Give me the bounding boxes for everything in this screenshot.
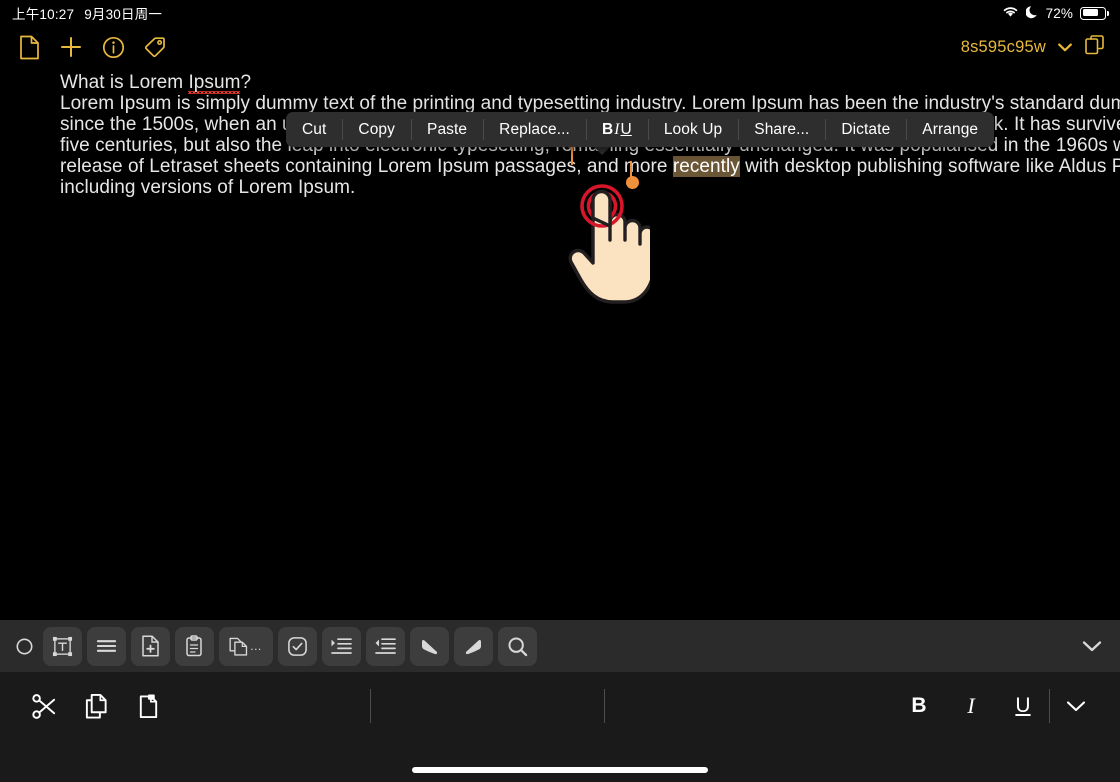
underline-label: U	[1015, 694, 1031, 717]
home-indicator[interactable]	[412, 767, 708, 773]
search-button[interactable]	[497, 626, 537, 666]
split-view-icon[interactable]	[1084, 34, 1106, 61]
paste-button[interactable]	[122, 681, 174, 731]
bottom-safe-area	[0, 740, 1120, 782]
cut-button[interactable]	[18, 681, 70, 731]
line4-before: release of Letraset sheets containing Lo…	[60, 156, 673, 177]
undo-button[interactable]	[409, 626, 449, 666]
circle-icon[interactable]	[8, 626, 40, 666]
heading-suffix: ?	[240, 72, 252, 93]
ipad-notes-screen: 上午10:27 9月30日周一 72% 8s595c95w What is Lo…	[0, 0, 1120, 782]
menu-item-paste[interactable]: Paste	[411, 112, 483, 147]
add-button[interactable]	[50, 27, 92, 67]
status-bar-left: 上午10:27 9月30日周一	[12, 3, 162, 23]
format-bar: B I U	[0, 672, 1120, 740]
list-button[interactable]	[86, 626, 126, 666]
document-title[interactable]: 8s595c95w	[957, 36, 1050, 59]
tag-button[interactable]	[134, 27, 176, 67]
chevron-down-icon[interactable]	[1052, 43, 1082, 52]
indent-decrease-button[interactable]	[365, 626, 405, 666]
menu-item-look-up[interactable]: Look Up	[647, 112, 738, 147]
copy-button[interactable]	[70, 681, 122, 731]
top-toolbar-right: 8s595c95w	[957, 34, 1106, 61]
context-menu-tail	[593, 146, 611, 155]
format-italic-glyph: I	[614, 120, 620, 138]
menu-item-format[interactable]: BIU	[585, 112, 648, 147]
selection-end-handle[interactable]	[626, 176, 639, 189]
status-bar-right: 72%	[1002, 5, 1109, 22]
status-bar-date: 9月30日周一	[84, 7, 163, 22]
insert-document-button[interactable]	[130, 626, 170, 666]
indent-increase-button[interactable]	[321, 626, 361, 666]
format-bar-right: B I U	[893, 681, 1102, 731]
italic-label: I	[967, 693, 975, 718]
bottom-toolbar: ...	[0, 620, 1120, 672]
format-underline-glyph: U	[620, 120, 632, 138]
line4-after: with desktop publishing software like Al…	[745, 156, 1120, 177]
menu-item-arrange[interactable]: Arrange	[906, 112, 994, 147]
checklist-button[interactable]	[277, 626, 317, 666]
format-bold-glyph: B	[601, 120, 614, 138]
clipboard-button[interactable]	[174, 626, 214, 666]
format-bar-divider-2	[604, 689, 605, 723]
battery-icon	[1080, 6, 1109, 20]
heading-prefix: What is Lorem	[60, 72, 189, 93]
info-button[interactable]	[92, 27, 134, 67]
text-context-menu: Cut Copy Paste Replace... BIU Look Up Sh…	[286, 112, 995, 147]
copy-documents-ellipsis: ...	[250, 639, 262, 653]
redo-button[interactable]	[453, 626, 493, 666]
italic-button[interactable]: I	[945, 681, 997, 731]
top-toolbar-left	[8, 27, 176, 67]
document-heading: What is Lorem Ipsum?	[60, 72, 1060, 93]
battery-percent: 72%	[1045, 5, 1073, 21]
tap-gesture-indicator	[566, 178, 656, 313]
copy-documents-button[interactable]: ...	[218, 626, 273, 666]
selected-text[interactable]: recently	[672, 156, 740, 177]
bold-label: B	[911, 694, 927, 717]
menu-item-dictate[interactable]: Dictate	[825, 112, 906, 147]
moon-icon	[1025, 5, 1039, 22]
top-toolbar: 8s595c95w	[0, 26, 1120, 68]
document-line-1: Lorem Ipsum is simply dummy text of the …	[60, 93, 1120, 114]
status-bar: 上午10:27 9月30日周一 72%	[0, 0, 1120, 26]
bottom-toolbar-collapse-icon[interactable]	[1072, 626, 1112, 666]
status-bar-time: 上午10:27	[12, 7, 75, 22]
selection-start-bar[interactable]	[571, 145, 573, 165]
underline-button[interactable]: U	[997, 681, 1049, 731]
text-box-button[interactable]	[42, 626, 82, 666]
document-line-5: including versions of Lorem Ipsum.	[60, 177, 356, 198]
document-line-4: release of Letraset sheets containing Lo…	[60, 156, 1120, 177]
new-document-button[interactable]	[8, 27, 50, 67]
wifi-icon	[1002, 5, 1019, 21]
menu-item-cut[interactable]: Cut	[286, 112, 342, 147]
menu-item-copy[interactable]: Copy	[342, 112, 411, 147]
menu-item-share[interactable]: Share...	[738, 112, 825, 147]
menu-item-replace[interactable]: Replace...	[483, 112, 586, 147]
format-bar-collapse-icon[interactable]	[1050, 681, 1102, 731]
format-bar-divider-1	[370, 689, 371, 723]
misspelled-word: Ipsum	[188, 72, 241, 93]
bold-button[interactable]: B	[893, 681, 945, 731]
